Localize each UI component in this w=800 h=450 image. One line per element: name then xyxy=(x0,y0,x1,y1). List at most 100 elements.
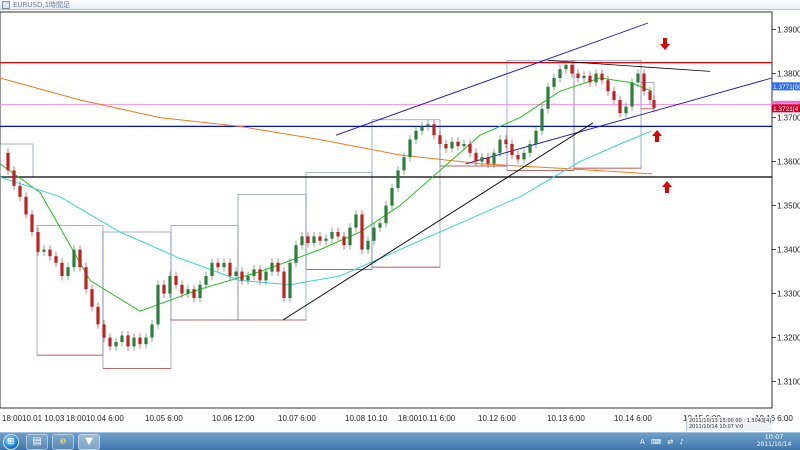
candle-body xyxy=(66,267,70,276)
candle-body xyxy=(492,152,496,164)
candle-body xyxy=(252,269,256,276)
candle-body xyxy=(474,152,478,162)
candle-body xyxy=(438,135,442,144)
ime-icon[interactable]: A xyxy=(640,438,645,446)
candle-body xyxy=(540,108,544,131)
candle-body xyxy=(216,262,220,268)
candle-body xyxy=(354,214,358,228)
network-icon[interactable]: ⇄ xyxy=(667,438,673,446)
taskbar-explorer-button[interactable]: ▤ xyxy=(26,434,48,450)
price-label-text: 1.3721[4 xyxy=(773,106,799,113)
candle-body xyxy=(606,80,610,92)
candle-body xyxy=(36,232,40,252)
clock-date: 2011/10/14 xyxy=(756,441,792,448)
status-line-time: 2011/10/14 10:07 V:0 xyxy=(689,424,744,430)
taskbar-clock[interactable]: 10:07 2011/10/14 xyxy=(752,433,796,449)
candle-body xyxy=(582,75,586,78)
clock-time: 10:07 xyxy=(764,433,784,441)
candle-body xyxy=(12,170,16,186)
candle-body xyxy=(210,262,214,276)
desktop-screen: EURUSD,1時間足 1.3900[001.3800[001.3700[001… xyxy=(0,0,800,450)
candle-body xyxy=(180,284,184,294)
candle-body xyxy=(78,249,82,268)
candle-body xyxy=(258,269,262,281)
candle-body xyxy=(168,276,172,294)
candle-body xyxy=(468,144,472,153)
candle-body xyxy=(408,139,412,158)
candle-body xyxy=(420,126,424,131)
candle-body xyxy=(396,170,400,188)
candle-body xyxy=(528,144,532,153)
time-tick-label: 10.08 10.10 xyxy=(345,414,388,423)
candle-body xyxy=(192,289,196,298)
candle-body xyxy=(564,64,568,70)
price-tick-label: 1.3300[00 xyxy=(777,290,800,299)
candle-body xyxy=(132,337,136,347)
folder-icon: ▤ xyxy=(32,436,42,447)
candle-body xyxy=(222,262,226,268)
chart-window-icon xyxy=(2,1,10,9)
price-tick-label: 1.3400[00 xyxy=(777,246,800,255)
candle-body xyxy=(594,73,598,83)
candle-body xyxy=(96,306,100,325)
candle-body xyxy=(402,157,406,171)
candle-body xyxy=(312,236,316,243)
candle-body xyxy=(306,236,310,243)
candle-body xyxy=(150,324,154,338)
candle-body xyxy=(138,337,142,345)
time-tick-label: 10.06 12:00 xyxy=(212,414,255,423)
time-tick-label: 10.12 6:00 xyxy=(478,414,516,423)
candle-body xyxy=(570,64,574,74)
price-tick-label: 1.3700[00 xyxy=(777,114,800,123)
candle-body xyxy=(42,249,46,252)
start-button[interactable]: ⊞ xyxy=(3,434,19,450)
candle-body xyxy=(642,73,646,92)
candle-body xyxy=(186,289,190,294)
candle-body xyxy=(636,73,640,83)
chart-status-box: 2011/10/13 15:00 00 : 1.3043[4] 2011/10/… xyxy=(686,417,772,431)
candle-body xyxy=(576,73,580,78)
price-tick-label: 1.3600[00 xyxy=(777,158,800,167)
candle-body xyxy=(522,152,526,160)
taskbar-ie-button[interactable]: e xyxy=(52,434,74,450)
candle-body xyxy=(234,271,238,276)
candle-body xyxy=(102,324,106,338)
candle-body xyxy=(456,141,460,147)
candle-body xyxy=(372,227,376,241)
candle-body xyxy=(288,262,292,298)
candle-body xyxy=(444,144,448,149)
windows-logo-icon: ⊞ xyxy=(7,437,15,447)
candle-body xyxy=(462,144,466,147)
candle-body xyxy=(486,157,490,164)
candle-body xyxy=(384,205,388,224)
candle-body xyxy=(630,82,634,107)
price-tick-label: 1.3100[00 xyxy=(777,378,800,387)
candle-body xyxy=(612,91,616,100)
price-chart[interactable]: 1.3900[00 1.3800[00 1.3700[00 1.3600[00 1.35… xyxy=(0,10,800,432)
candle-body xyxy=(324,238,328,241)
internet-explorer-icon: e xyxy=(59,436,67,447)
time-tick-label: 18:0010.11 6:00 xyxy=(398,414,456,423)
taskbar-metatrader-button[interactable]: ▼ xyxy=(78,434,100,450)
volume-icon[interactable]: ♪ xyxy=(679,438,683,446)
candle-body xyxy=(330,232,334,239)
candle-body xyxy=(652,100,656,108)
candle-body xyxy=(558,69,562,78)
candle-body xyxy=(90,289,94,307)
candle-body xyxy=(546,86,550,109)
candle-body xyxy=(72,249,76,268)
candle-body xyxy=(414,130,418,140)
keyboard-icon[interactable]: ⌨ xyxy=(651,438,661,446)
time-tick-label: 10.14 6:00 xyxy=(614,414,652,423)
candle-body xyxy=(618,100,622,114)
candle-body xyxy=(120,335,124,342)
candle-body xyxy=(60,262,64,276)
candle-body xyxy=(144,337,148,345)
candle-body xyxy=(198,284,202,298)
candle-body xyxy=(552,78,556,87)
candle-body xyxy=(498,139,502,153)
time-tick-label: 10.07 6:00 xyxy=(278,414,316,423)
price-label-text: 1.3771[00 xyxy=(773,84,800,91)
candle-body xyxy=(48,249,52,257)
candle-body xyxy=(300,236,304,246)
